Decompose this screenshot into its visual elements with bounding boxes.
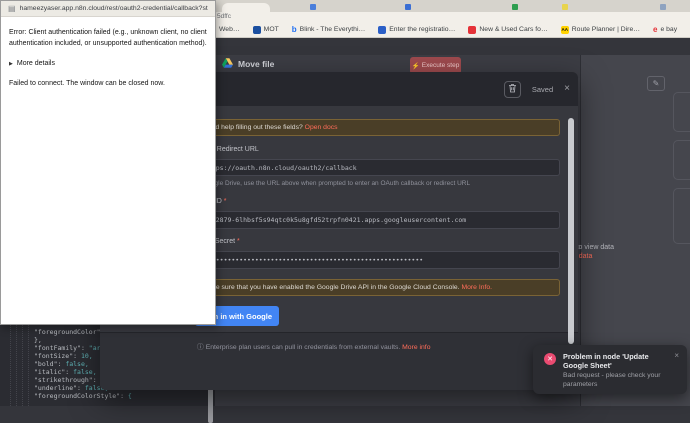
browser-tab-favicon[interactable] — [405, 4, 411, 10]
window-title-fragment: 5dffc — [217, 13, 231, 20]
error-circle-icon: ✕ — [544, 353, 556, 365]
client-id-field[interactable]: 2442879-6lhbsf5s94qtc0k5u8gfd52trpfn0421… — [195, 211, 560, 229]
bookmark-item[interactable]: MOT — [253, 26, 279, 34]
code-line: }, — [34, 336, 42, 344]
bookmark-item[interactable]: Enter the registratio… — [378, 26, 455, 34]
bookmark-item[interactable]: ee bay — [653, 25, 677, 34]
modal-footer: ⓘ Enterprise plan users can pull in cred… — [100, 332, 578, 390]
bookmark-label: e bay — [660, 26, 677, 33]
page-favicon-icon: ▤ — [8, 5, 16, 13]
browser-active-tab[interactable] — [222, 3, 270, 12]
required-star: * — [237, 238, 240, 245]
trash-icon — [508, 80, 517, 98]
google-drive-icon — [222, 58, 233, 70]
bookmark-item[interactable]: bBlink - The Everythi… — [292, 25, 366, 34]
oauth-error-text: Error: Client authentication failed (e.g… — [9, 27, 212, 49]
code-line: "foregroundColorStyle": { — [34, 392, 132, 400]
bookmark-label: New & Used Cars fo… — [479, 26, 547, 33]
client-id-label: Client ID * — [195, 198, 560, 207]
bookmark-label: Web… — [219, 26, 240, 33]
node-title: Move file — [222, 58, 274, 70]
error-toast[interactable]: ✕ Problem in node 'Update Google Sheet' … — [533, 345, 687, 394]
output-skeleton-box — [673, 188, 690, 244]
bookmark-favicon-icon — [378, 26, 386, 34]
client-secret-label: Client Secret * — [195, 238, 560, 247]
code-line: "bold": false, — [34, 360, 89, 368]
required-star: * — [224, 198, 227, 205]
popup-body: Error: Client authentication failed (e.g… — [1, 17, 215, 324]
code-line: "underline": false, — [34, 384, 108, 392]
footer-more-info-link[interactable]: More info — [402, 344, 430, 351]
info-icon: ⓘ — [197, 344, 204, 351]
bookmark-favicon-icon: b — [292, 25, 297, 34]
bookmark-item[interactable]: New & Used Cars fo… — [468, 26, 547, 34]
more-details-toggle[interactable]: ▶ More details — [9, 60, 207, 67]
bookmark-favicon-icon — [468, 26, 476, 34]
bookmark-favicon-icon: e — [653, 25, 657, 34]
output-skeleton-box — [673, 140, 690, 180]
triangle-right-icon: ▶ — [9, 61, 13, 67]
bookmark-label: Route Planner | Dire… — [572, 26, 640, 33]
code-line: "italic": false, — [34, 368, 97, 376]
popup-title-bar[interactable]: ▤ hameezyaser.app.n8n.cloud/rest/oauth2-… — [1, 1, 215, 17]
bookmark-label: Blink - The Everythi… — [300, 26, 366, 33]
bookmark-item[interactable]: Web… — [219, 26, 240, 33]
help-banner: Need help filling out these fields? Open… — [195, 119, 560, 136]
toast-body: Bad request - please check your paramete… — [563, 372, 673, 389]
modal-close-icon[interactable]: × — [564, 84, 570, 94]
api-enable-banner: Make sure that you have enabled the Goog… — [195, 279, 560, 296]
browser-tab-favicon[interactable] — [310, 4, 316, 10]
popup-url: hameezyaser.app.n8n.cloud/rest/oauth2-cr… — [20, 5, 208, 12]
bookmark-favicon-icon: AA — [561, 26, 569, 34]
bookmark-favicon-icon — [253, 26, 261, 34]
toast-close-icon[interactable]: × — [674, 351, 679, 360]
browser-tab-favicon[interactable] — [660, 4, 666, 10]
more-info-link[interactable]: More Info. — [461, 284, 492, 291]
open-docs-link[interactable]: Open docs — [305, 124, 338, 131]
code-line: "fontSize": 10, — [34, 352, 93, 360]
modal-scrollbar[interactable] — [568, 118, 574, 344]
saved-status-badge: Saved — [532, 85, 553, 94]
lightning-icon: ⚡ — [412, 62, 420, 70]
bookmark-item[interactable]: AARoute Planner | Dire… — [561, 26, 640, 34]
delete-credential-button[interactable] — [504, 81, 521, 98]
edit-output-button[interactable]: ✎ — [647, 76, 665, 91]
browser-tab-favicon[interactable] — [512, 4, 518, 10]
pencil-icon: ✎ — [653, 79, 660, 88]
toast-title: Problem in node 'Update Google Sheet' — [563, 352, 669, 370]
redirect-url-label: OAuth Redirect URL — [195, 146, 560, 155]
bookmark-label: MOT — [264, 26, 279, 33]
redirect-url-field[interactable]: https://oauth.n8n.cloud/oauth2/callback — [195, 159, 560, 176]
oauth-popup-window: ▤ hameezyaser.app.n8n.cloud/rest/oauth2-… — [0, 0, 216, 325]
output-skeleton-box — [673, 92, 690, 132]
node-title-label: Move file — [238, 59, 274, 69]
failed-to-connect-text: Failed to connect. The window can be clo… — [9, 80, 207, 87]
client-secret-field[interactable]: ••••••••••••••••••••••••••••••••••••••••… — [195, 251, 560, 269]
browser-tab-favicon[interactable] — [562, 4, 568, 10]
redirect-url-help: In Google Drive, use the URL above when … — [195, 180, 560, 188]
bookmark-label: Enter the registratio… — [389, 26, 455, 33]
